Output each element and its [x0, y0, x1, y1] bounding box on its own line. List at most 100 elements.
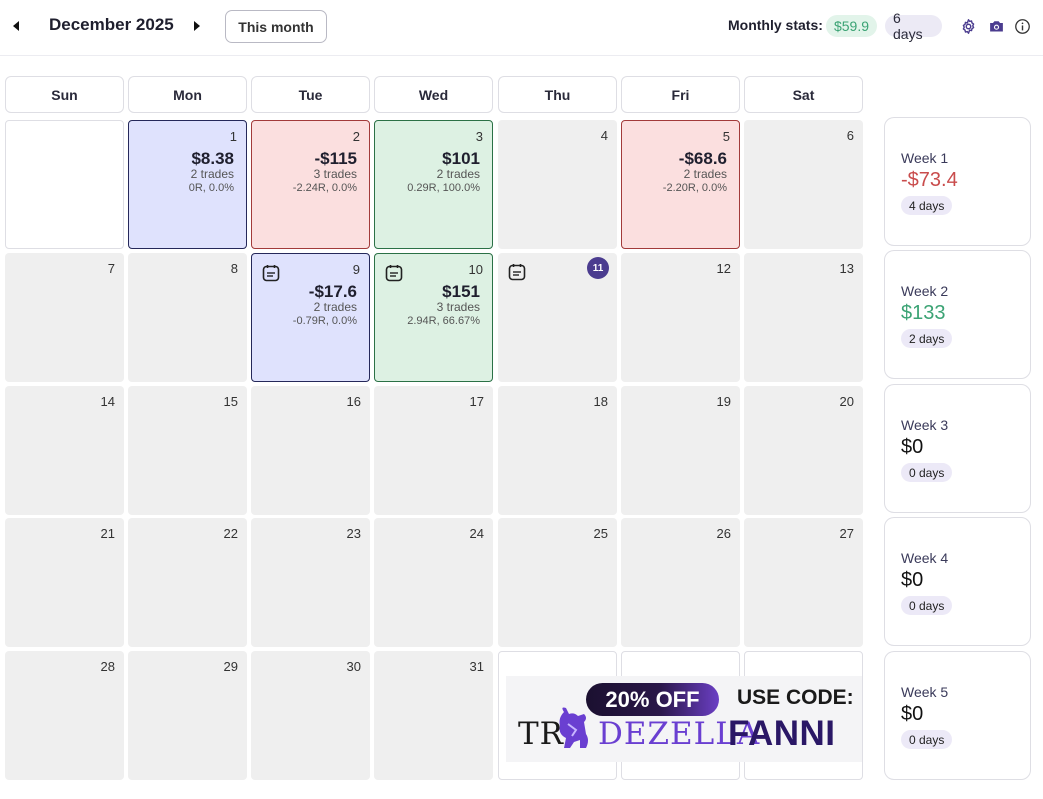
day-number: 6 [846, 128, 854, 143]
weekday-header-sat: Sat [744, 76, 863, 113]
day-number: 19 [716, 394, 731, 409]
day-cell-10[interactable]: 10 $151 3 trades 2.94R, 66.67% [374, 253, 493, 382]
day-cell-9[interactable]: 9 -$17.6 2 trades -0.79R, 0.0% [251, 253, 370, 382]
day-trade-count: 2 trades [436, 167, 480, 181]
day-pnl: $8.38 [191, 149, 234, 168]
day-trade-count: 2 trades [190, 167, 234, 181]
day-number: 20 [839, 394, 854, 409]
day-number: 29 [223, 659, 238, 674]
promo-discount-pill: 20% OFF [586, 683, 719, 716]
day-cell-21[interactable]: 21 [5, 518, 124, 647]
weekday-header-wed: Wed [374, 76, 493, 113]
day-number: 23 [346, 526, 361, 541]
next-month-button[interactable] [187, 14, 207, 38]
day-cell-7[interactable]: 7 [5, 253, 124, 382]
day-cell-4[interactable]: 4 [498, 120, 617, 249]
day-cell-13[interactable]: 13 [744, 253, 863, 382]
day-number: 16 [346, 394, 361, 409]
day-cell-25[interactable]: 25 [498, 518, 617, 647]
monthly-days-badge: 6 days [885, 10, 942, 42]
settings-button[interactable] [958, 16, 978, 36]
week-summary-5[interactable]: Week 5 $0 0 days [884, 651, 1031, 780]
note-icon[interactable] [384, 263, 404, 283]
week-days-badge: 0 days [901, 730, 953, 749]
day-cell-26[interactable]: 26 [621, 518, 740, 647]
week-label: Week 1 [901, 150, 949, 166]
day-cell-24[interactable]: 24 [374, 518, 493, 647]
week-summary-3[interactable]: Week 3 $0 0 days [884, 384, 1031, 513]
week-summary-2[interactable]: Week 2 $133 2 days [884, 250, 1031, 379]
day-cell-11[interactable]: 11 [498, 253, 617, 382]
day-cell-27[interactable]: 27 [744, 518, 863, 647]
day-number: 3 [475, 129, 483, 144]
today-date-badge: 11 [587, 257, 609, 279]
monthly-stats-label: Monthly stats: [728, 17, 823, 33]
day-number: 21 [100, 526, 115, 541]
day-cell-17[interactable]: 17 [374, 386, 493, 515]
day-cell-6[interactable]: 6 [744, 120, 863, 249]
week-summary-4[interactable]: Week 4 $0 0 days [884, 517, 1031, 646]
day-number: 9 [352, 262, 360, 277]
day-cell-29[interactable]: 29 [128, 651, 247, 780]
monthly-pnl-badge: $59.9 [826, 15, 877, 37]
month-title: December 2025 [49, 15, 174, 34]
promo-banner[interactable]: 20% OFF USE CODE: TR DEZELLA FANNI [506, 676, 862, 762]
prev-month-button[interactable] [6, 14, 26, 38]
note-icon[interactable] [261, 263, 281, 283]
day-cell-1[interactable]: 1 $8.38 2 trades 0R, 0.0% [128, 120, 247, 249]
day-cell-23[interactable]: 23 [251, 518, 370, 647]
day-cell-12[interactable]: 12 [621, 253, 740, 382]
info-button[interactable] [1012, 16, 1032, 36]
day-cell-30[interactable]: 30 [251, 651, 370, 780]
day-number: 12 [716, 261, 731, 276]
day-cell-18[interactable]: 18 [498, 386, 617, 515]
day-number: 22 [223, 526, 238, 541]
day-number: 30 [346, 659, 361, 674]
day-number: 14 [100, 394, 115, 409]
week-summary-1[interactable]: Week 1 -$73.4 4 days [884, 117, 1031, 246]
day-cell-15[interactable]: 15 [128, 386, 247, 515]
day-number: 10 [468, 262, 483, 277]
day-trade-count: 2 trades [313, 300, 357, 314]
day-number: 17 [469, 394, 484, 409]
day-number: 5 [722, 129, 730, 144]
day-number: 13 [839, 261, 854, 276]
week-pnl: $0 [901, 703, 924, 725]
day-number: 18 [593, 394, 608, 409]
camera-icon [989, 20, 1003, 31]
week-label: Week 2 [901, 283, 949, 299]
weekday-header-mon: Mon [128, 76, 247, 113]
this-month-button[interactable]: This month [225, 10, 327, 43]
day-cell-empty[interactable] [5, 120, 124, 249]
day-cell-31[interactable]: 31 [374, 651, 493, 780]
week-days-badge: 4 days [901, 196, 953, 215]
day-pnl: -$68.6 [678, 149, 727, 168]
day-cell-14[interactable]: 14 [5, 386, 124, 515]
day-cell-8[interactable]: 8 [128, 253, 247, 382]
day-number: 7 [107, 261, 115, 276]
week-pnl: -$73.4 [901, 169, 958, 191]
screenshot-button[interactable] [986, 16, 1006, 36]
day-cell-28[interactable]: 28 [5, 651, 124, 780]
day-cell-22[interactable]: 22 [128, 518, 247, 647]
day-cell-2[interactable]: 2 -$115 3 trades -2.24R, 0.0% [251, 120, 370, 249]
day-pnl: -$17.6 [308, 282, 357, 301]
day-cell-16[interactable]: 16 [251, 386, 370, 515]
day-number: 27 [839, 526, 854, 541]
day-cell-3[interactable]: 3 $101 2 trades 0.29R, 100.0% [374, 120, 493, 249]
day-trade-count: 3 trades [313, 167, 357, 181]
day-r-winrate: 2.94R, 66.67% [407, 315, 480, 327]
day-cell-5[interactable]: 5 -$68.6 2 trades -2.20R, 0.0% [621, 120, 740, 249]
day-number: 28 [100, 659, 115, 674]
day-number: 26 [716, 526, 731, 541]
day-cell-20[interactable]: 20 [744, 386, 863, 515]
day-number: 8 [230, 261, 238, 276]
week-pnl: $0 [901, 569, 924, 591]
week-label: Week 5 [901, 684, 949, 700]
week-days-badge: 0 days [901, 596, 953, 615]
note-icon[interactable] [507, 262, 527, 282]
day-cell-19[interactable]: 19 [621, 386, 740, 515]
day-pnl: $151 [442, 282, 480, 301]
day-number: 25 [593, 526, 608, 541]
day-number: 15 [223, 394, 238, 409]
